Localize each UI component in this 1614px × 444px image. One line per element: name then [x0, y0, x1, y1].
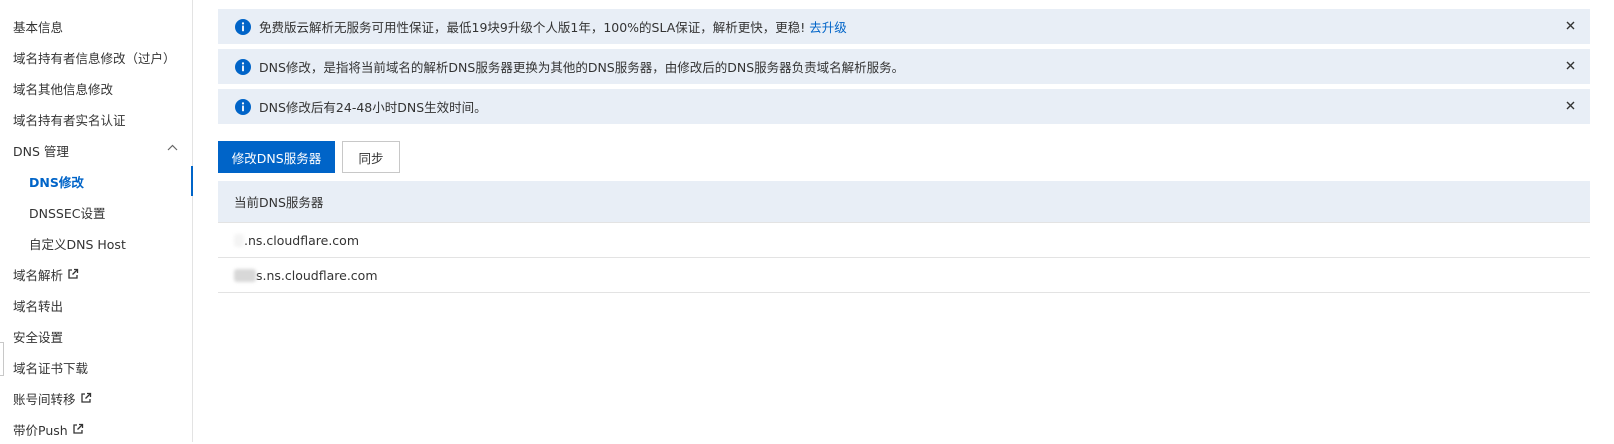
sidebar-item-label: DNS修改 [29, 174, 84, 190]
sidebar-item-label: 域名持有者信息修改（过户） [13, 50, 176, 66]
notice-dns-explain: DNS修改，是指将当前域名的解析DNS服务器更换为其他的DNS服务器，由修改后的… [218, 49, 1590, 84]
sidebar-item-account-transfer[interactable]: 账号间转移 [0, 383, 192, 413]
chevron-up-icon [167, 144, 178, 151]
close-icon[interactable] [1564, 19, 1577, 32]
close-icon[interactable] [1564, 59, 1577, 72]
info-icon [235, 58, 251, 75]
redacted-mask [234, 233, 244, 247]
sidebar-item-label: 域名证书下载 [13, 360, 89, 376]
collapse-handle[interactable] [0, 342, 4, 376]
sidebar-item-dns-resolve[interactable]: 域名解析 [0, 259, 192, 289]
dns-server-value: .ns.cloudflare.com [244, 232, 359, 248]
sidebar-item-basic-info[interactable]: 基本信息 [0, 11, 192, 41]
sidebar-item-label: 域名解析 [13, 267, 64, 283]
notice-text: 免费版云解析无服务可用性保证，最低19块9升级个人版1年，100%的SLA保证，… [259, 20, 806, 35]
redacted-mask [234, 268, 256, 282]
sidebar-item-transfer-out[interactable]: 域名转出 [0, 290, 192, 320]
sidebar-item-label: 域名转出 [13, 298, 64, 314]
sidebar-item-owner-transfer[interactable]: 域名持有者信息修改（过户） [0, 42, 192, 72]
sidebar-item-label: DNS 管理 [13, 143, 69, 159]
sidebar-item-label: 自定义DNS Host [29, 236, 126, 252]
info-icon [235, 18, 251, 35]
sidebar-item-security[interactable]: 安全设置 [0, 321, 192, 351]
sidebar-item-label: DNSSEC设置 [29, 205, 106, 221]
sidebar-item-price-push[interactable]: 带价Push [0, 414, 192, 444]
sidebar-item-custom-dns-host[interactable]: 自定义DNS Host [0, 228, 192, 258]
sidebar-item-other-info[interactable]: 域名其他信息修改 [0, 73, 192, 103]
sidebar-item-label: 域名其他信息修改 [13, 81, 114, 97]
sidebar-item-certificate[interactable]: 域名证书下载 [0, 352, 192, 382]
close-icon[interactable] [1564, 99, 1577, 112]
sync-button[interactable]: 同步 [342, 141, 400, 173]
sidebar: 基本信息 域名持有者信息修改（过户） 域名其他信息修改 域名持有者实名认证 DN… [0, 0, 193, 442]
notice-text: DNS修改，是指将当前域名的解析DNS服务器更换为其他的DNS服务器，由修改后的… [259, 60, 905, 75]
dns-server-value: s.ns.cloudflare.com [256, 267, 378, 283]
dns-server-table: 当前DNS服务器 .ns.cloudflare.com s.ns.cloudfl… [218, 181, 1590, 293]
info-icon [235, 98, 251, 115]
external-link-icon [80, 392, 92, 404]
external-link-icon [67, 268, 79, 280]
table-header: 当前DNS服务器 [218, 181, 1590, 223]
notice-text: DNS修改后有24-48小时DNS生效时间。 [259, 100, 487, 115]
table-row: s.ns.cloudflare.com [218, 258, 1590, 293]
sidebar-item-label: 带价Push [13, 422, 68, 438]
upgrade-link[interactable]: 去升级 [809, 17, 847, 36]
sidebar-item-label: 安全设置 [13, 329, 64, 345]
sidebar-item-label: 账号间转移 [13, 391, 76, 407]
notice-dns-effective: DNS修改后有24-48小时DNS生效时间。 [218, 89, 1590, 124]
external-link-icon [72, 423, 84, 435]
sidebar-item-label: 基本信息 [13, 19, 64, 35]
column-header: 当前DNS服务器 [234, 195, 324, 210]
sidebar-item-dns-modify[interactable]: DNS修改 [0, 166, 193, 196]
main-content: 免费版云解析无服务可用性保证，最低19块9升级个人版1年，100%的SLA保证，… [218, 0, 1590, 442]
sidebar-item-label: 域名持有者实名认证 [13, 112, 126, 128]
sidebar-item-realname[interactable]: 域名持有者实名认证 [0, 104, 192, 134]
notice-upgrade: 免费版云解析无服务可用性保证，最低19块9升级个人版1年，100%的SLA保证，… [218, 9, 1590, 44]
table-row: .ns.cloudflare.com [218, 223, 1590, 258]
sidebar-item-dnssec[interactable]: DNSSEC设置 [0, 197, 192, 227]
sidebar-item-dns-management[interactable]: DNS 管理 [0, 135, 192, 165]
modify-dns-button[interactable]: 修改DNS服务器 [218, 141, 335, 173]
